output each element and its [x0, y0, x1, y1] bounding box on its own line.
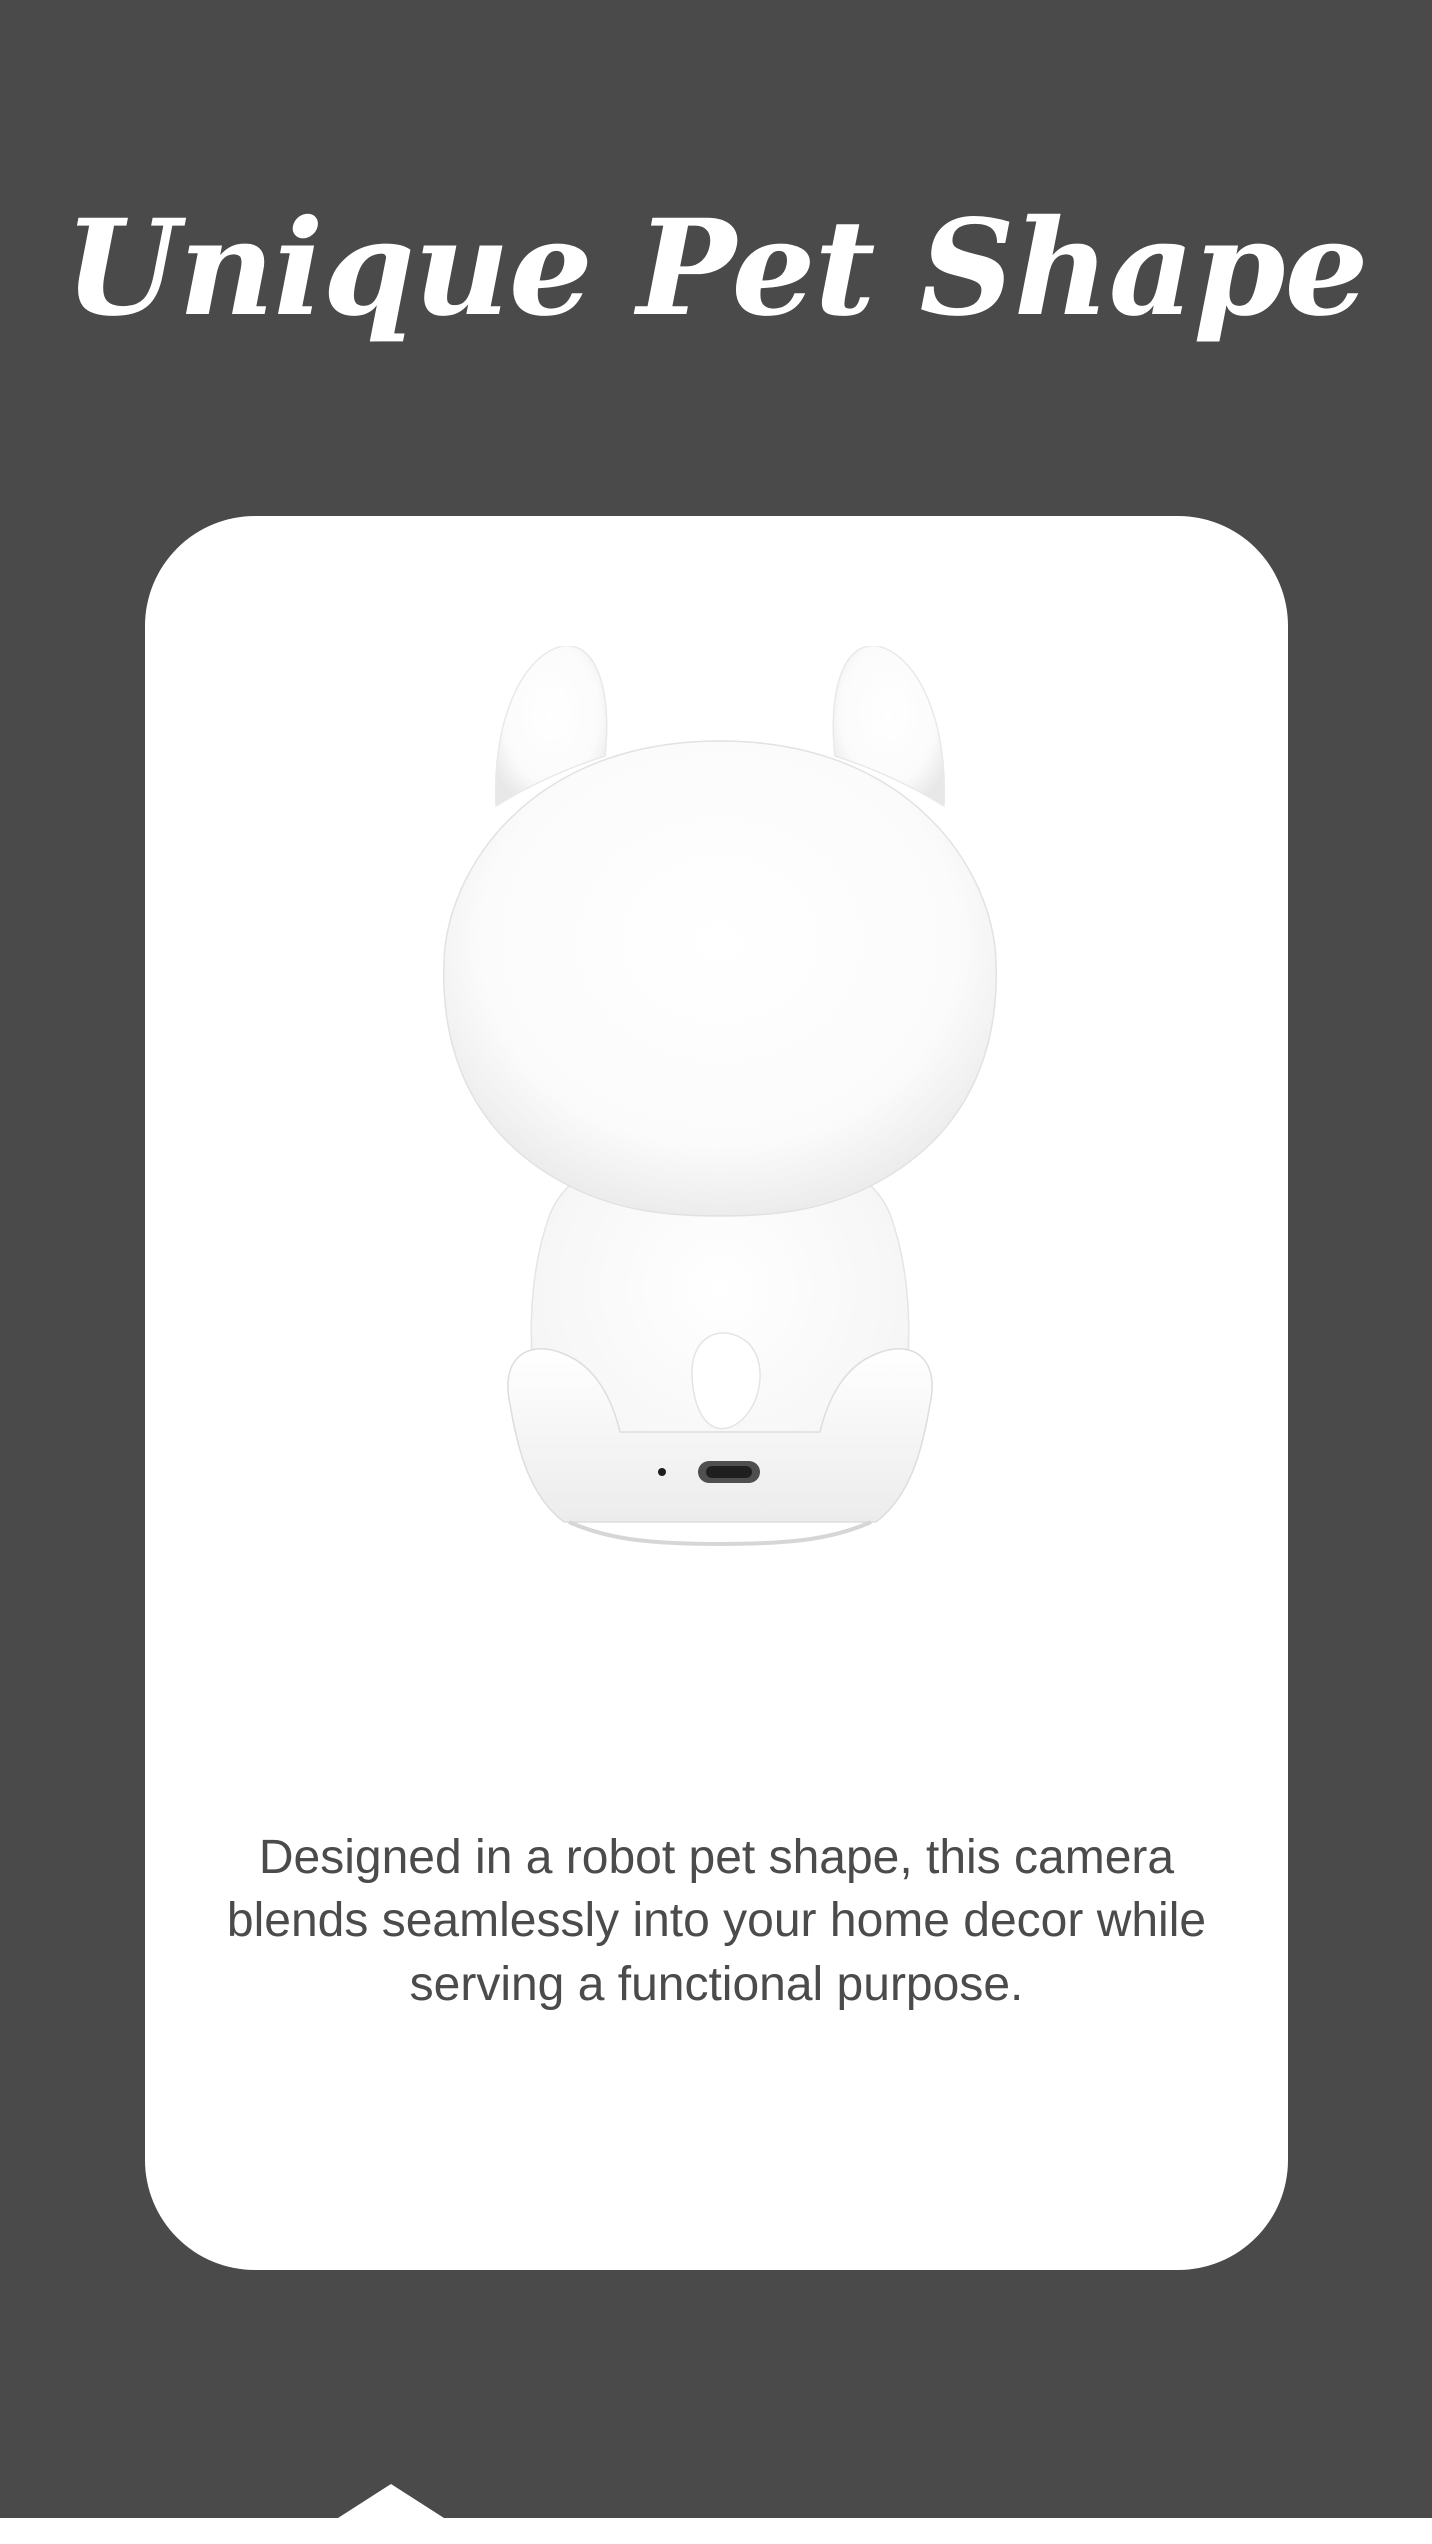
camera-head: [443, 740, 997, 1217]
robot-pet-camera-image: [443, 646, 997, 1547]
feature-card: Designed in a robot pet shape, this came…: [145, 516, 1288, 2270]
page-title: Unique Pet Shape: [64, 191, 1368, 346]
bottom-strip: [0, 2518, 1432, 2544]
product-description: Designed in a robot pet shape, this came…: [226, 1831, 1207, 2011]
product-feature-page: Unique Pet Shape Designed in a robot pet…: [0, 0, 1432, 2544]
bottom-notch: [338, 2484, 444, 2518]
